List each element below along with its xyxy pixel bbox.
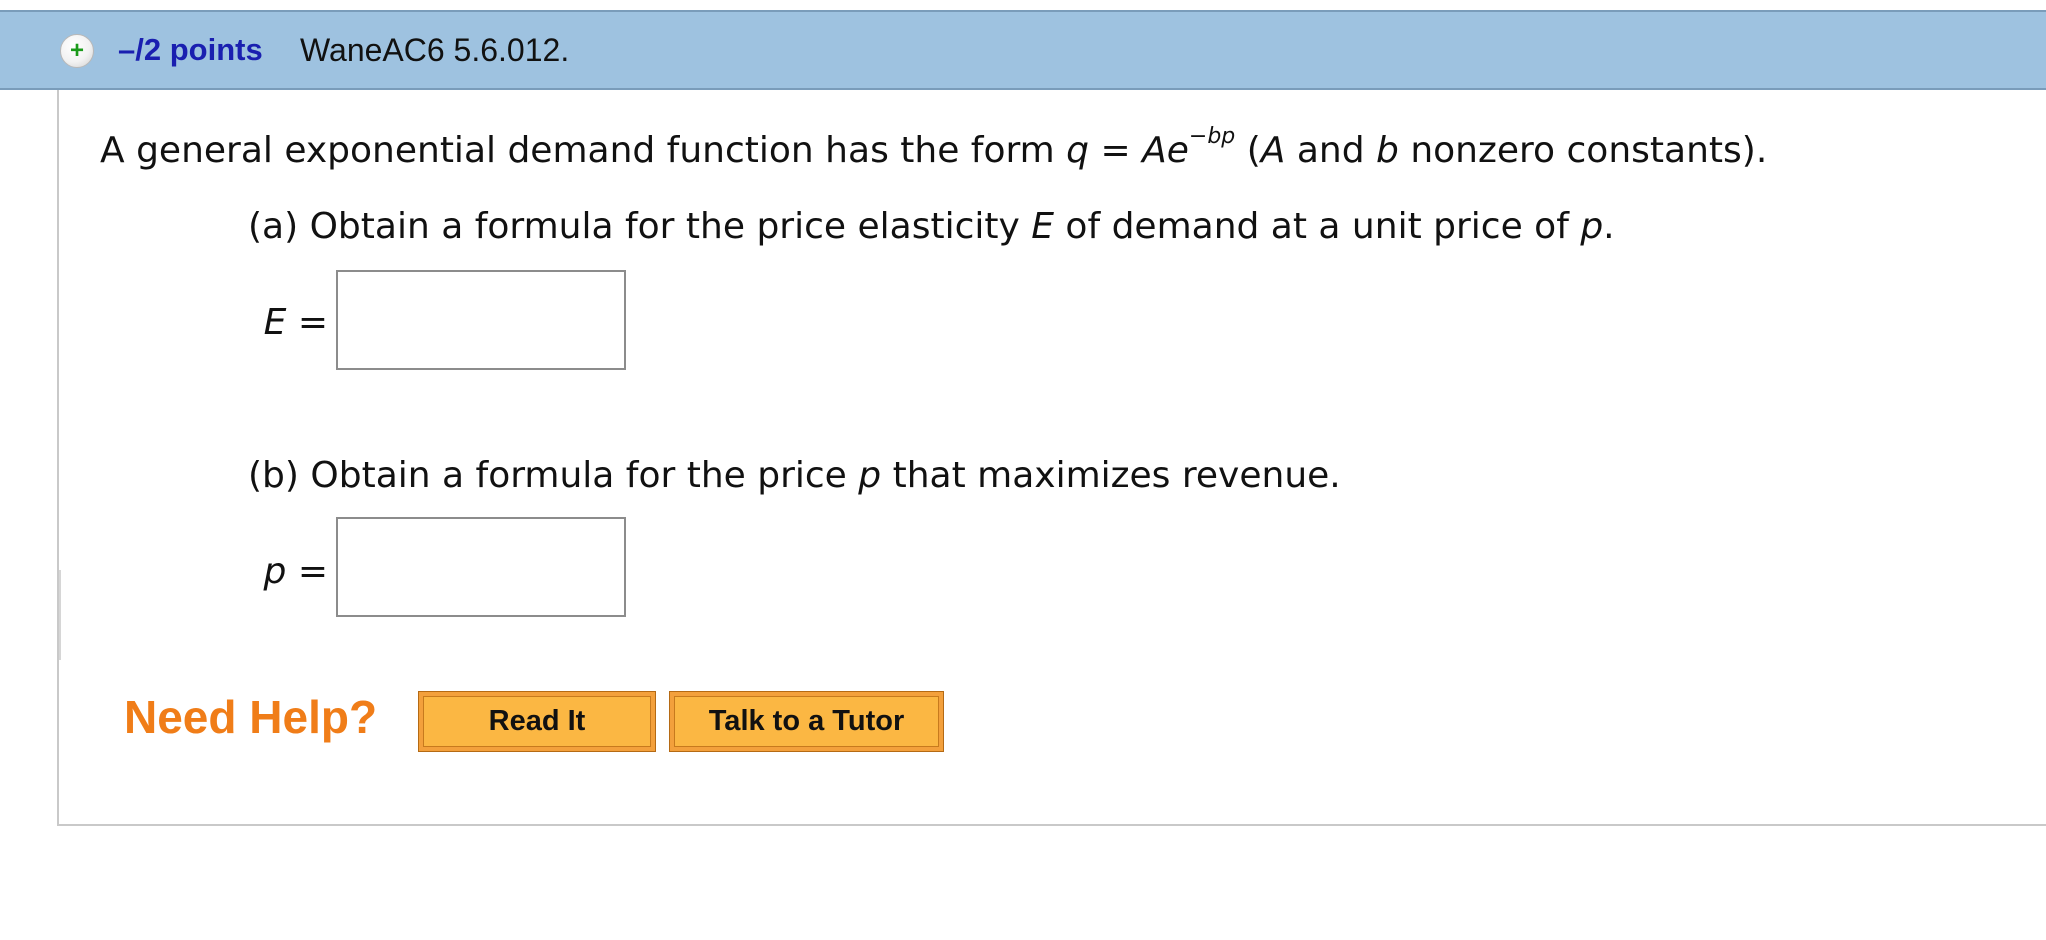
panel-edge-mark — [59, 570, 61, 660]
question-id: WaneAC6 5.6.012. — [300, 32, 570, 68]
question-header: + –/2 points WaneAC6 5.6.012. — [0, 10, 2046, 90]
read-it-button[interactable]: Read It — [418, 691, 656, 752]
answer-b-input[interactable] — [336, 517, 626, 617]
answer-a-input[interactable] — [336, 270, 626, 370]
talk-to-tutor-button[interactable]: Talk to a Tutor — [669, 691, 944, 752]
need-help-label: Need Help? — [124, 691, 378, 743]
part-a-prompt: (a) Obtain a formula for the price elast… — [248, 206, 1615, 247]
question-intro: A general exponential demand function ha… — [100, 124, 1768, 172]
points-label: –/2 points — [118, 32, 263, 67]
answer-b-label: p = — [263, 551, 328, 592]
talk-to-tutor-label: Talk to a Tutor — [674, 696, 939, 747]
plus-circle-icon[interactable]: + — [60, 34, 94, 68]
read-it-label: Read It — [423, 696, 651, 747]
answer-a-label: E = — [263, 302, 328, 343]
part-b-prompt: (b) Obtain a formula for the price p tha… — [248, 455, 1341, 496]
